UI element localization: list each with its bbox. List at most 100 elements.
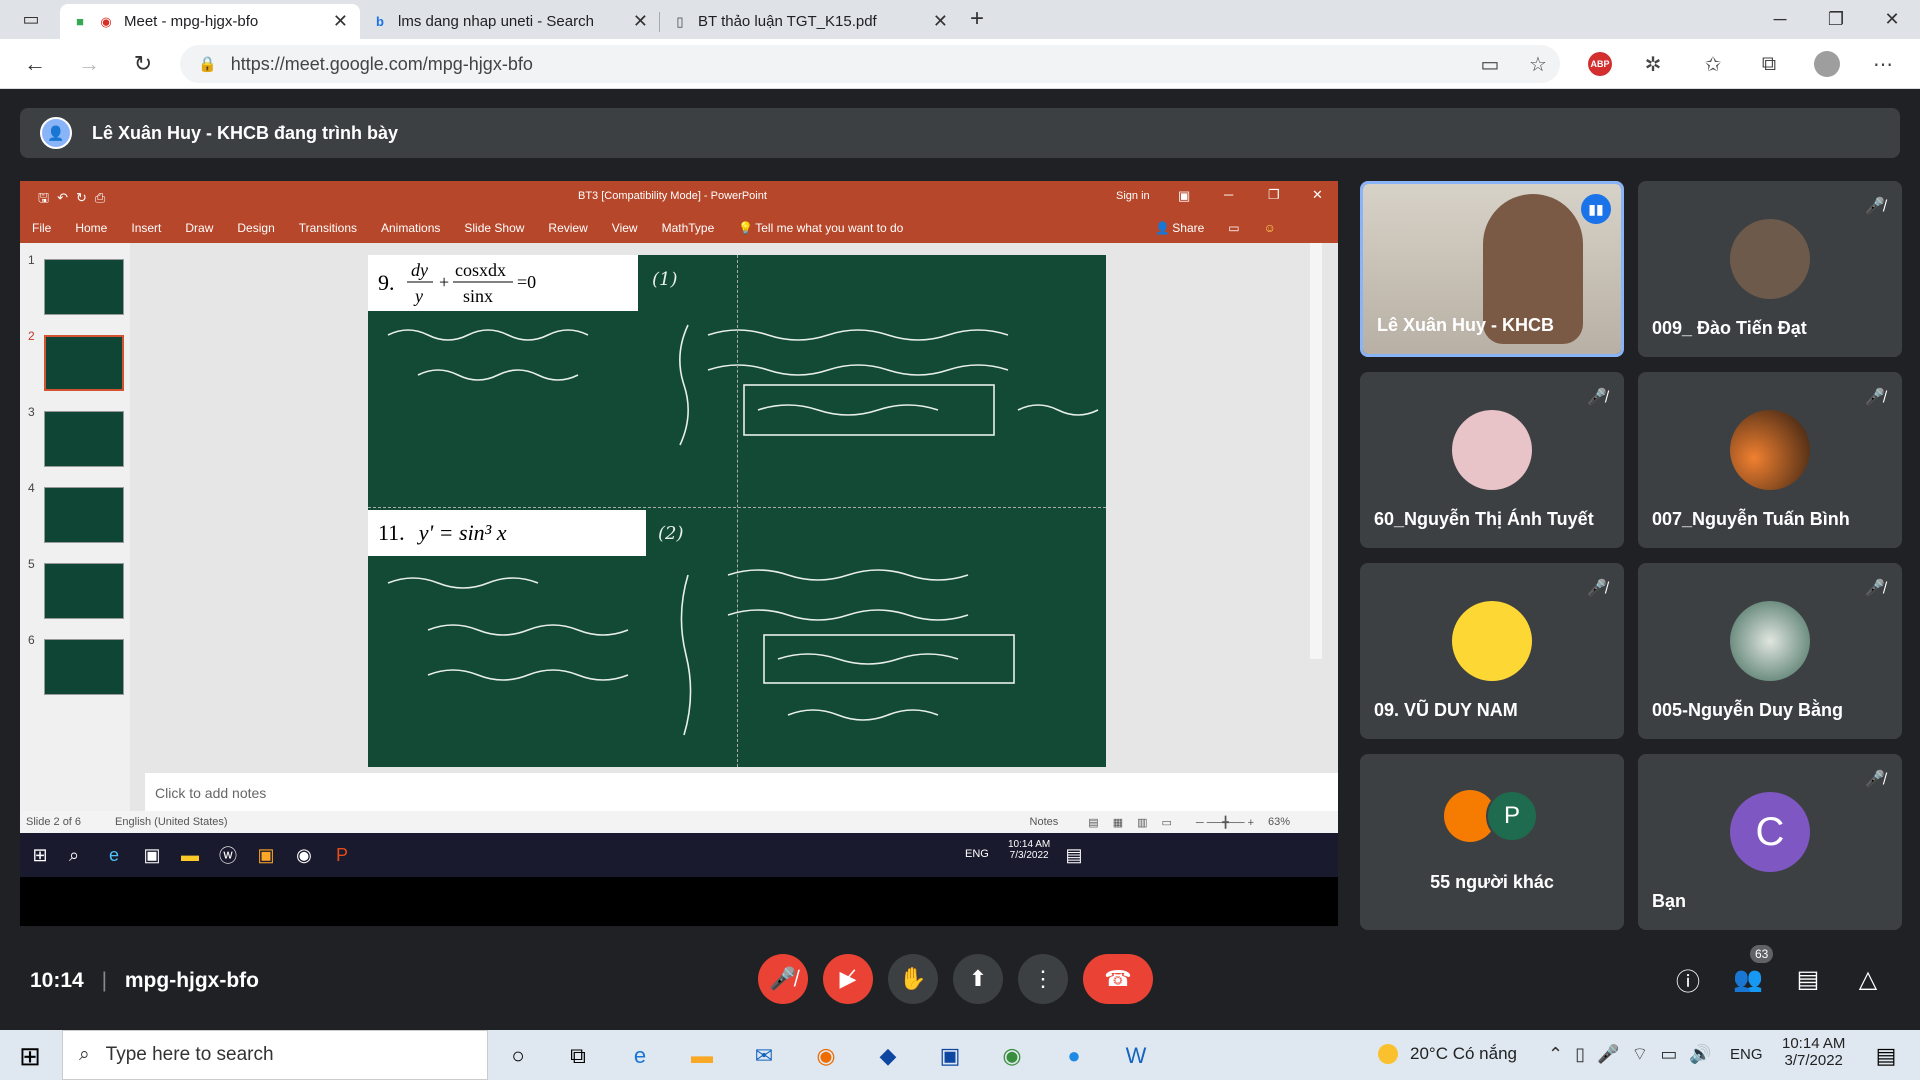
edge-icon[interactable]: e (100, 841, 128, 869)
tell-me-box[interactable]: Tell me what you want to do (755, 221, 903, 235)
file-explorer-icon[interactable]: ▬ (684, 1038, 720, 1074)
cortana-icon[interactable]: ○ (500, 1038, 536, 1074)
extensions-icon[interactable]: ✲ (1638, 49, 1668, 79)
meeting-info-icon[interactable]: ⓘ (1668, 959, 1708, 999)
word-icon[interactable]: W (1118, 1038, 1154, 1074)
tab-pdf[interactable]: ▯ BT thảo luận TGT_K15.pdf ✕ (660, 4, 960, 39)
ribbon-tab-draw[interactable]: Draw (185, 221, 213, 235)
new-tab-button[interactable]: + (960, 2, 994, 36)
close-tab-icon[interactable]: ✕ (933, 11, 948, 32)
close-tab-icon[interactable]: ✕ (633, 11, 648, 32)
zoom-slider[interactable]: ─ ──╋── + (1196, 816, 1254, 829)
participant-tile[interactable]: ▮▮ Lê Xuân Huy - KHCB (1360, 181, 1624, 357)
adblock-icon[interactable]: ABP (1585, 49, 1615, 79)
app-icon[interactable]: ▣ (252, 841, 280, 869)
address-bar[interactable]: 🔒 https://meet.google.com/mpg-hjgx-bfo (180, 45, 1560, 83)
windows-start-icon[interactable]: ⊞ (26, 841, 54, 869)
participant-tile[interactable]: 🎤̸ 60_Nguyễn Thị Ánh Tuyết (1360, 372, 1624, 548)
tray-lang[interactable]: ENG (965, 848, 989, 860)
minimize-window-button[interactable]: ─ (1752, 0, 1808, 39)
refresh-button[interactable]: ↻ (126, 47, 160, 81)
ribbon-tab-file[interactable]: File (32, 221, 51, 235)
chat-icon[interactable]: ▤ (1788, 959, 1828, 999)
dropbox-icon[interactable]: ◆ (870, 1038, 906, 1074)
ribbon-tab-view[interactable]: View (612, 221, 638, 235)
firefox-icon[interactable]: ◉ (808, 1038, 844, 1074)
notes-pane[interactable]: Click to add notes (145, 773, 1338, 811)
close-window-button[interactable]: ✕ (1864, 0, 1920, 39)
more-menu-icon[interactable]: ⋯ (1868, 49, 1898, 79)
others-tile[interactable]: P 55 người khác (1360, 754, 1624, 930)
leave-call-button[interactable]: ☎ (1083, 954, 1153, 1004)
folder-icon[interactable]: ▬ (176, 841, 204, 869)
ribbon-tab-mathtype[interactable]: MathType (662, 221, 715, 235)
system-tray-icons[interactable]: ⌃▯🎤⌔▭🔊 (1548, 1043, 1724, 1066)
notes-toggle[interactable]: Notes (1030, 816, 1059, 828)
zalo-icon[interactable]: ● (1056, 1038, 1092, 1074)
ribbon-tab-review[interactable]: Review (548, 221, 587, 235)
ribbon-tab-home[interactable]: Home (75, 221, 107, 235)
ribbon-display-icon[interactable]: ▣ (1178, 188, 1190, 204)
maximize-window-button[interactable]: ❐ (1808, 0, 1864, 39)
feedback-smiley-icon[interactable]: ☺ (1264, 221, 1276, 235)
quick-access-toolbar[interactable]: 🖫↶↻⎙ (38, 189, 113, 211)
app-icon[interactable]: ⓦ (214, 841, 242, 869)
chrome-icon[interactable]: ◉ (290, 841, 318, 869)
ribbon-tab-insert[interactable]: Insert (131, 221, 161, 235)
tab-meet[interactable]: ■ ◉ Meet - mpg-hjgx-bfo ✕ (60, 4, 360, 39)
slide-thumbnail-2[interactable] (44, 335, 124, 391)
mail-icon[interactable]: ✉ (746, 1038, 782, 1074)
taskbar-search-box[interactable]: ⌕ Type here to search (62, 1030, 488, 1080)
participant-tile[interactable]: 🎤̸ 005-Nguyễn Duy Bằng (1638, 563, 1902, 739)
input-language[interactable]: ENG (1730, 1046, 1763, 1063)
favorites-icon[interactable]: ✩ (1698, 49, 1728, 79)
view-buttons[interactable]: ▤▦▥▭ (1088, 816, 1186, 829)
favorite-star-icon[interactable]: ☆ (1523, 49, 1553, 79)
profile-avatar[interactable] (1812, 49, 1842, 79)
participant-tile[interactable]: 🎤̸ 009_ Đào Tiến Đạt (1638, 181, 1902, 357)
zoom-level[interactable]: 63% (1268, 816, 1290, 828)
raise-hand-button[interactable]: ✋ (888, 954, 938, 1004)
slide-canvas[interactable]: 9. dy y + cosxdx sinx =0 (1) 11. y' = si… (368, 255, 1106, 767)
tab-bing-search[interactable]: b lms dang nhap uneti - Search ✕ (360, 4, 660, 39)
powerpoint-icon[interactable]: P (328, 841, 356, 869)
slide-thumbnail-6[interactable] (44, 639, 124, 695)
collections-icon[interactable]: ⧉ (1754, 49, 1784, 79)
language-status[interactable]: English (United States) (115, 816, 228, 828)
notification-icon[interactable]: ▤ (1060, 841, 1088, 869)
participant-tile[interactable]: 🎤̸ 007_Nguyễn Tuấn Bình (1638, 372, 1902, 548)
ribbon-tab-animations[interactable]: Animations (381, 221, 440, 235)
pp-close-button[interactable]: ✕ (1312, 187, 1323, 203)
pp-maximize-button[interactable]: ❐ (1268, 187, 1280, 203)
more-options-button[interactable]: ⋮ (1018, 954, 1068, 1004)
app-icon[interactable]: ▣ (932, 1038, 968, 1074)
present-screen-button[interactable]: ⬆ (953, 954, 1003, 1004)
store-icon[interactable]: ▣ (138, 841, 166, 869)
slide-thumbnail-1[interactable] (44, 259, 124, 315)
search-icon[interactable]: ⌕ (60, 841, 88, 869)
sign-in-link[interactable]: Sign in (1116, 190, 1150, 202)
vertical-scrollbar[interactable] (1310, 243, 1322, 659)
activities-icon[interactable]: △ (1848, 959, 1888, 999)
slide-thumbnail-3[interactable] (44, 411, 124, 467)
share-button[interactable]: Share (1172, 221, 1204, 235)
ribbon-tab-slideshow[interactable]: Slide Show (464, 221, 524, 235)
tab-actions-icon[interactable]: ▭ (14, 2, 48, 36)
mic-toggle-button[interactable]: 🎤̸ (758, 954, 808, 1004)
pp-minimize-button[interactable]: ─ (1224, 187, 1233, 202)
edge-icon[interactable]: e (622, 1038, 658, 1074)
comments-icon[interactable]: ▭ (1228, 221, 1239, 235)
chrome-icon[interactable]: ◉ (994, 1038, 1030, 1074)
action-center-icon[interactable]: ▤ (1868, 1038, 1904, 1074)
ribbon-tab-design[interactable]: Design (237, 221, 274, 235)
back-button[interactable]: ← (18, 47, 52, 81)
camera-icon[interactable]: ▭ (1475, 49, 1505, 79)
slide-thumbnail-5[interactable] (44, 563, 124, 619)
windows-start-icon[interactable]: ⊞ (12, 1038, 48, 1074)
slide-thumbnail-4[interactable] (44, 487, 124, 543)
ribbon-tab-transitions[interactable]: Transitions (299, 221, 357, 235)
weather-widget[interactable]: 20°C Có nắng (1378, 1044, 1517, 1064)
task-view-icon[interactable]: ⧉ (560, 1038, 596, 1074)
close-tab-icon[interactable]: ✕ (333, 11, 348, 32)
people-icon[interactable]: 👥 63 (1728, 945, 1774, 999)
